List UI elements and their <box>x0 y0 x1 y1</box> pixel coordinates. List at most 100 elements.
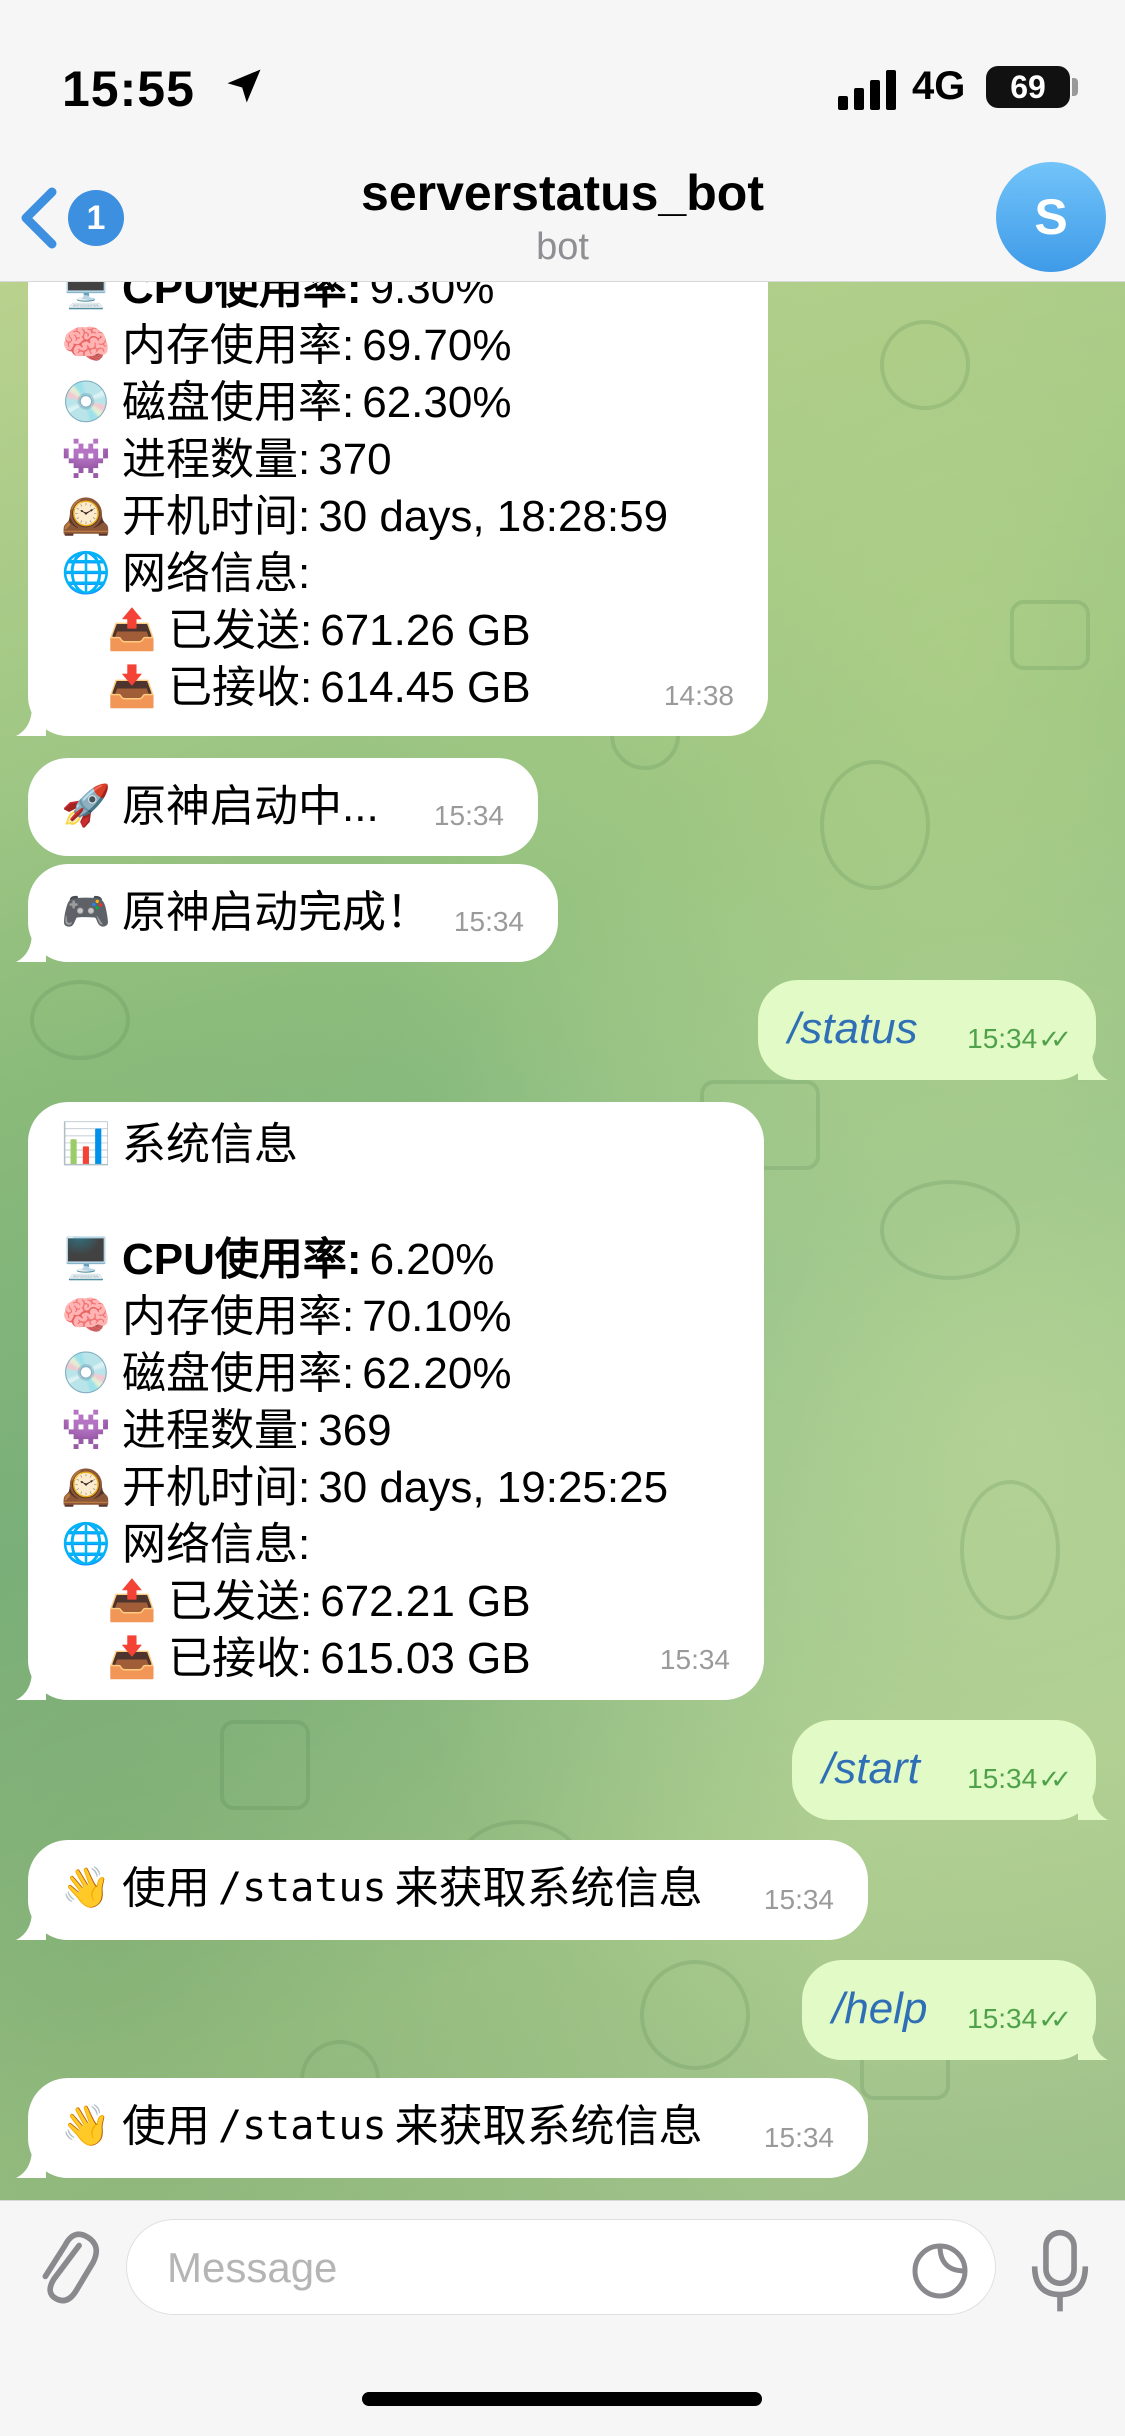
bubble-tail <box>16 1670 46 1700</box>
time-label: 15:34 <box>967 2003 1038 2034</box>
check-double-icon: ✓✓ <box>1038 1024 1071 1054</box>
message-body: 原神启动完成！ <box>122 888 430 937</box>
wallpaper-doodle <box>880 320 970 410</box>
bubble-tail <box>1078 1050 1108 1080</box>
message-bubble-outgoing[interactable]: /help 15:34 ✓✓ <box>802 1960 1108 2060</box>
stat-line: 💿 磁盘使用率: 62.30% <box>58 374 738 431</box>
stat-value: 370 <box>318 435 392 484</box>
message-bubble-outgoing[interactable]: /start 15:34 ✓✓ <box>792 1720 1108 1820</box>
message-input[interactable]: Message <box>126 2219 996 2315</box>
stat-line: 🖥️ CPU使用率: 6.20% <box>58 1231 734 1288</box>
brain-icon: 🧠 <box>61 323 111 367</box>
paperclip-icon[interactable] <box>30 2223 100 2313</box>
avatar[interactable]: S <box>996 162 1106 272</box>
chat-title[interactable]: serverstatus_bot <box>0 164 1125 222</box>
location-arrow-icon <box>227 69 261 103</box>
inline-command[interactable]: /status <box>218 1860 387 1917</box>
status-time: 15:55 <box>62 61 195 117</box>
gamepad-icon: 🎮 <box>61 890 111 934</box>
stat-label: 开机时间: <box>122 492 311 541</box>
stat-label: 磁盘使用率: <box>122 1349 355 1398</box>
clock-icon: 🕰️ <box>61 1465 111 1509</box>
stat-value: 30 days, 19:25:25 <box>318 1463 669 1512</box>
stat-line: 🧠 内存使用率: 69.70% <box>58 317 738 374</box>
message-bubble-incoming[interactable]: 👋 使用 /status 来获取系统信息 15:34 <box>16 2078 868 2178</box>
command-link[interactable]: /help <box>832 1980 927 2037</box>
stat-label: 内存使用率: <box>122 321 355 370</box>
stat-label: 已接收: <box>168 663 313 712</box>
message-bubble-outgoing[interactable]: /status 15:34 ✓✓ <box>758 980 1108 1080</box>
alien-monster-icon: 👾 <box>61 1408 111 1452</box>
message-text: 👋 使用 /status 来获取系统信息 <box>58 2098 838 2155</box>
stat-label: 网络信息: <box>122 1520 311 1569</box>
stat-value: 615.03 GB <box>320 1634 531 1683</box>
stat-line: 🌐 网络信息: <box>58 1516 734 1573</box>
inline-command[interactable]: /status <box>218 2098 387 2155</box>
sticker-icon[interactable] <box>910 2241 970 2301</box>
stat-line: 📤 已发送: 671.26 GB <box>58 602 738 659</box>
battery-cap <box>1072 78 1078 96</box>
stat-value: 672.21 GB <box>320 1577 531 1626</box>
bubble-tail <box>16 2148 46 2178</box>
disk-icon: 💿 <box>61 380 111 424</box>
stat-value: 614.45 GB <box>320 663 531 712</box>
message-time: 15:34 <box>763 2122 834 2153</box>
check-double-icon: ✓✓ <box>1038 1764 1071 1794</box>
command-link[interactable]: /start <box>822 1740 920 1797</box>
bubble-tail <box>16 706 46 736</box>
message-bubble-incoming[interactable]: 🚀 原神启动中... 15:34 <box>28 758 538 856</box>
message-bubble-incoming[interactable]: 👋 使用 /status 来获取系统信息 15:34 <box>16 1840 868 1940</box>
outbox-icon: 📤 <box>107 608 157 652</box>
status-bar: 15:55 4G 69 <box>0 0 1125 150</box>
home-indicator <box>362 2392 762 2406</box>
command-link[interactable]: /status <box>788 1000 918 1057</box>
signal-icon <box>838 70 896 110</box>
globe-icon: 🌐 <box>61 551 111 595</box>
bubble-tail <box>1078 2030 1108 2060</box>
message-time: 15:34 <box>453 906 524 937</box>
message-bubble-incoming[interactable]: 📊 系统信息 🖥️ CPU使用率: 6.20% 🧠 内存使用率: 70.10% 💿 磁盘使用… <box>16 1102 764 1700</box>
wallpaper-doodle <box>820 760 930 890</box>
stat-label: 进程数量: <box>122 1406 311 1455</box>
stat-value: 30 days, 18:28:59 <box>318 492 669 541</box>
stat-line: 👾 进程数量: 369 <box>58 1402 734 1459</box>
message-text-pre: 使用 <box>122 2102 210 2151</box>
stat-label: 进程数量: <box>122 435 311 484</box>
stat-value: 369 <box>318 1406 392 1455</box>
stat-line: 🕰️ 开机时间: 30 days, 19:25:25 <box>58 1459 734 1516</box>
stat-value: 62.20% <box>362 1349 512 1398</box>
wallpaper-doodle <box>960 1480 1060 1620</box>
stat-value: 69.70% <box>362 321 512 370</box>
stat-label: 网络信息: <box>122 549 311 598</box>
message-body: 原神启动中... <box>122 782 379 831</box>
stat-line: 🕰️ 开机时间: 30 days, 18:28:59 <box>58 488 738 545</box>
waving-hand-icon: 👋 <box>61 2104 111 2148</box>
stat-label: CPU使用率: <box>122 1235 362 1284</box>
stat-label: 磁盘使用率: <box>122 378 355 427</box>
bubble-tail <box>16 1910 46 1940</box>
stat-line: 📤 已发送: 672.21 GB <box>58 1573 734 1630</box>
brain-icon: 🧠 <box>61 1294 111 1338</box>
wallpaper-doodle <box>880 1180 1020 1280</box>
message-time: 15:34 <box>763 1884 834 1915</box>
rocket-icon: 🚀 <box>61 784 111 828</box>
inbox-icon: 📥 <box>107 1636 157 1680</box>
wallpaper-doodle <box>640 1960 750 2070</box>
message-time: 14:38 <box>663 680 734 711</box>
bubble-tail <box>1078 1790 1108 1820</box>
alien-monster-icon: 👾 <box>61 437 111 481</box>
stat-value: 671.26 GB <box>320 606 531 655</box>
message-bubble-incoming[interactable]: 🎮 原神启动完成！ 15:34 <box>16 864 558 962</box>
stat-title: 系统信息 <box>122 1119 298 1169</box>
stat-value: 70.10% <box>362 1292 512 1341</box>
message-bubble-incoming[interactable]: 🖥️ CPU使用率: 9.30% 🧠 内存使用率: 69.70% 💿 磁盘使用率: 62.3… <box>16 236 768 736</box>
stat-value: 6.20% <box>369 1235 495 1284</box>
message-time: 15:34 <box>433 800 504 831</box>
time-label: 15:34 <box>967 1763 1038 1794</box>
stat-label: 内存使用率: <box>122 1292 355 1341</box>
stat-line: 👾 进程数量: 370 <box>58 431 738 488</box>
microphone-icon[interactable] <box>1030 2227 1090 2317</box>
message-text: 👋 使用 /status 来获取系统信息 <box>58 1860 838 1917</box>
monitor-icon: 🖥️ <box>61 1237 111 1281</box>
